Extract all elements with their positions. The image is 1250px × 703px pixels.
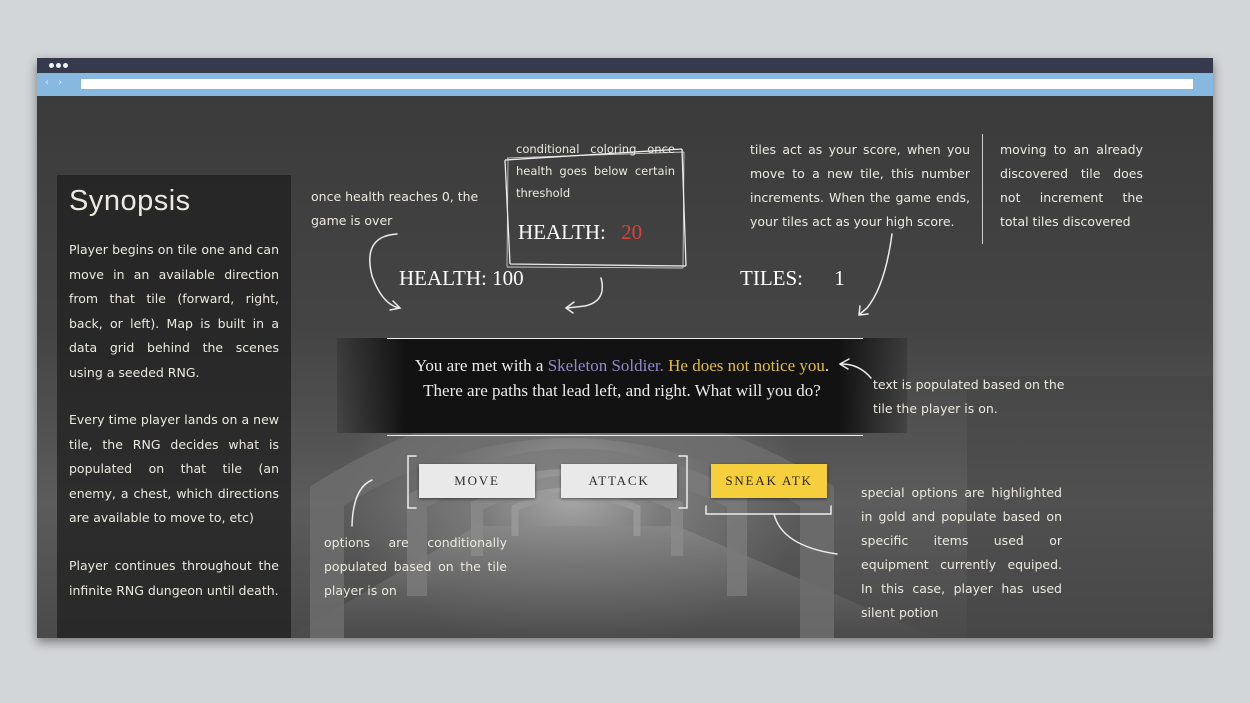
- window-dot-icon[interactable]: [49, 63, 54, 68]
- window-dot-icon[interactable]: [63, 63, 68, 68]
- title-bar: [37, 58, 1213, 73]
- browser-window: ‹ › Synopsis Player begins on tile one a…: [37, 58, 1213, 638]
- window-dot-icon[interactable]: [56, 63, 61, 68]
- address-bar: ‹ ›: [37, 73, 1213, 96]
- nav-arrows-icon[interactable]: ‹ ›: [45, 77, 65, 88]
- note-special-options: special options are highlighted in gold …: [861, 485, 1062, 620]
- game-scene: Synopsis Player begins on tile one and c…: [37, 96, 1213, 638]
- url-field[interactable]: [81, 79, 1193, 89]
- note-options-conditional: options are conditionally populated base…: [324, 535, 507, 598]
